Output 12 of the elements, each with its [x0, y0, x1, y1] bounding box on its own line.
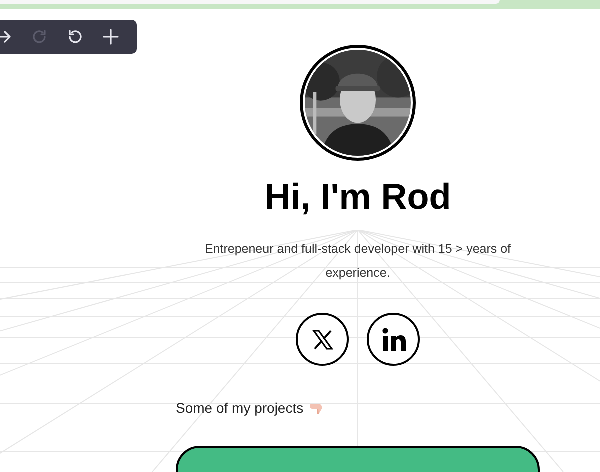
linkedin-link[interactable] — [367, 313, 420, 366]
linkedin-logo-icon — [380, 326, 406, 352]
x-link[interactable] — [296, 313, 349, 366]
address-field[interactable] — [0, 0, 500, 4]
arrow-icon — [0, 28, 13, 46]
bio-text: Entrepeneur and full-stack developer with 15 > years of experience. — [204, 241, 512, 282]
redo-icon — [30, 28, 49, 46]
plus-icon — [102, 28, 120, 46]
undo-icon — [66, 28, 84, 46]
x-logo-icon — [310, 328, 334, 352]
section-label: Some of my projects — [176, 400, 304, 416]
heading: Hi, I'm Rod — [264, 175, 452, 219]
